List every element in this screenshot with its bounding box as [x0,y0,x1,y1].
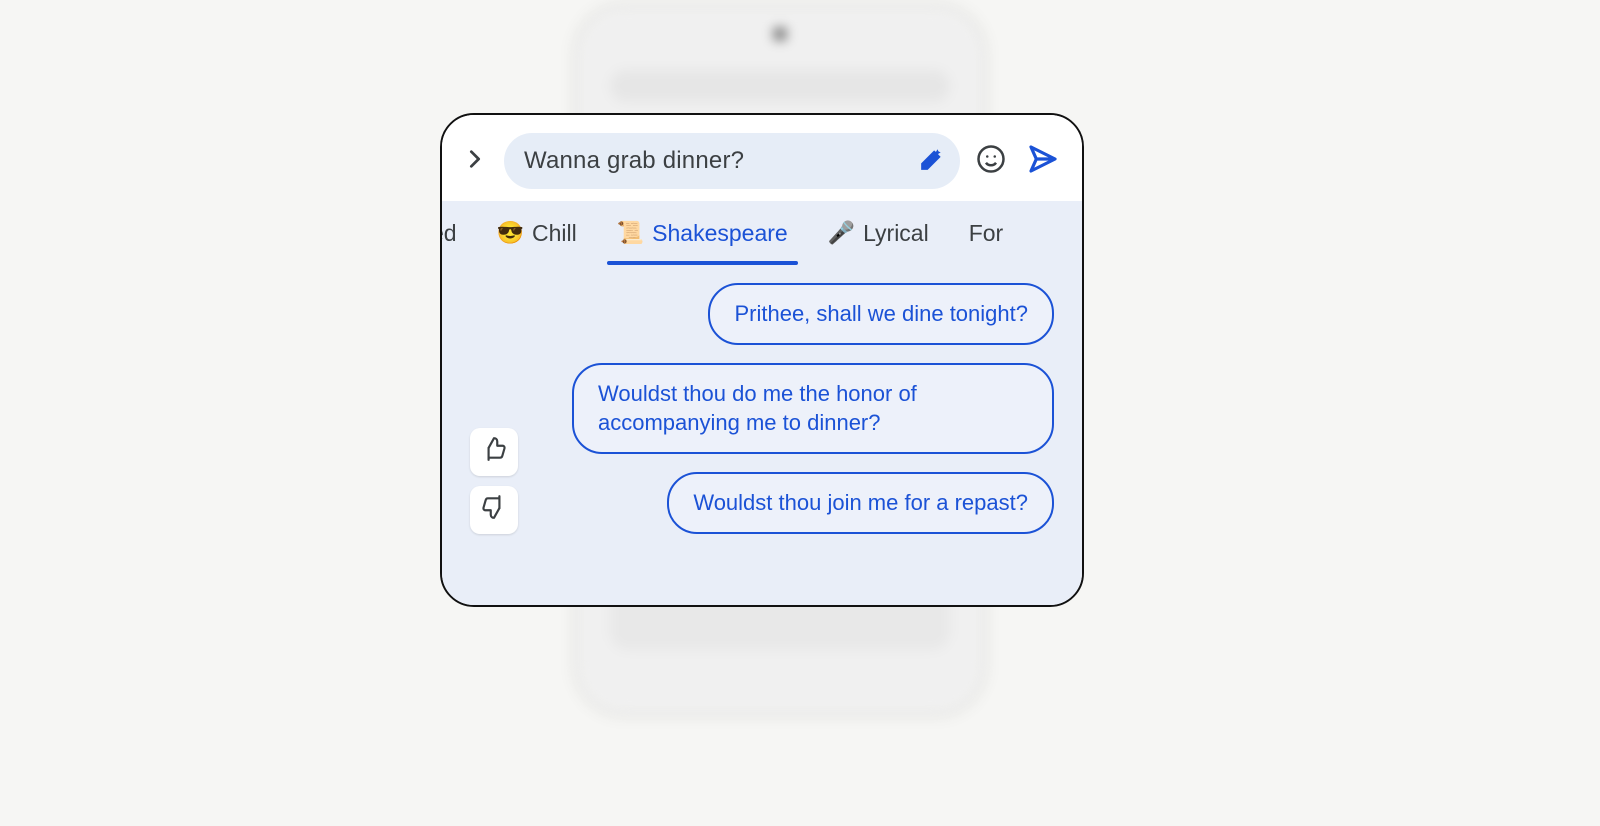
magic-wand-icon [919,146,945,177]
style-tab-lyrical[interactable]: 🎤 Lyrical [808,201,949,265]
smile-icon [976,144,1006,179]
style-tab-cited[interactable]: cited [442,201,477,265]
feedback-column [470,428,518,534]
tab-label: cited [442,220,457,247]
emoji-button[interactable] [970,140,1012,182]
tab-emoji: 😎 [497,222,524,244]
style-tab-bar[interactable]: cited 😎 Chill 📜 Shakespeare 🎤 Lyrical For [442,201,1082,265]
magic-rewrite-button[interactable] [914,143,950,179]
compose-text: Wanna grab dinner? [524,147,906,175]
suggestion-chip[interactable]: Wouldst thou join me for a repast? [667,472,1054,534]
tab-emoji: 📜 [617,222,644,244]
tab-label: Lyrical [863,220,929,247]
suggestion-chip[interactable]: Wouldst thou do me the honor of accompan… [572,363,1054,454]
collapse-button[interactable] [456,142,494,180]
send-icon [1027,143,1059,180]
suggestion-chip[interactable]: Prithee, shall we dine tonight? [708,283,1054,345]
style-tab-shakespeare[interactable]: 📜 Shakespeare [597,201,808,265]
thumbs-down-icon [481,494,507,525]
compose-input-pill[interactable]: Wanna grab dinner? [504,133,960,189]
thumbs-up-button[interactable] [470,428,518,476]
thumbs-down-button[interactable] [470,486,518,534]
tab-label: Chill [532,220,577,247]
thumbs-up-icon [481,436,507,467]
tab-label: For [969,220,1004,247]
compose-row: Wanna grab dinner? [442,115,1082,201]
tab-emoji: 🎤 [828,222,855,244]
send-button[interactable] [1022,140,1064,182]
suggestion-list: Prithee, shall we dine tonight? Wouldst t… [442,265,1082,552]
style-tab-for[interactable]: For [949,201,1004,265]
suggestion-panel: cited😎Chill📜Shakespeare🎤LyricalFor Pri [442,201,1082,605]
chevron-right-icon [464,148,486,175]
tab-label: Shakespeare [652,220,788,247]
phone-blur-blob [610,70,950,102]
magic-compose-overlay: Wanna grab dinner? [440,113,1084,607]
style-tab-chill[interactable]: 😎 Chill [477,201,597,265]
